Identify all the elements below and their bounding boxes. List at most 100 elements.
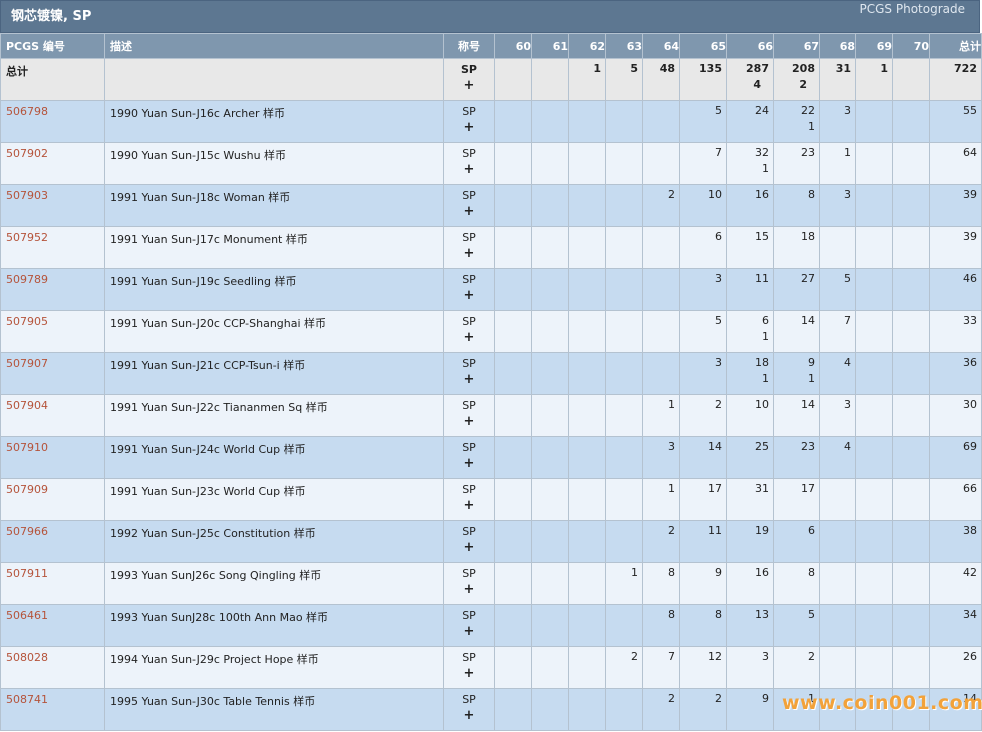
grade-cell [605, 184, 643, 227]
pcgs-number-link[interactable]: 507952 [6, 231, 104, 244]
grade-cell [892, 562, 930, 605]
grade-cell: 12 [679, 646, 727, 689]
grade-cell [531, 394, 569, 437]
totals-row: 总计 SP + 1 5 48 135 287 4 208 2 31 1 722 [0, 58, 982, 101]
pcgs-number-link[interactable]: 506798 [6, 105, 104, 118]
column-header: 64 [642, 33, 680, 59]
pcgs-number-link[interactable]: 507910 [6, 441, 104, 454]
description-cell: 1991 Yuan Sun-J17c Monument 样币 [104, 226, 444, 269]
grade-cell [855, 520, 893, 563]
pcgs-number-link[interactable]: 507905 [6, 315, 104, 328]
grade-cell [819, 520, 856, 563]
grade-cell [531, 352, 569, 395]
grade-cell [531, 688, 569, 731]
table-row: 507966 1992 Yuan Sun-J25c Constitution 样币… [0, 520, 982, 563]
pcgs-number-link[interactable]: 507909 [6, 483, 104, 496]
grade-cell: 27 [773, 268, 820, 311]
pcgs-number-link[interactable]: 507907 [6, 357, 104, 370]
pcgs-number-cell: 507907 [0, 352, 105, 395]
grade-cell: 18 1 [726, 352, 774, 395]
total-cell: 39 [929, 226, 982, 269]
grade-cell [605, 142, 643, 185]
grade-cell [531, 58, 569, 101]
grade-cell [494, 478, 532, 521]
grade-cell [531, 226, 569, 269]
grade-cell: 14 [773, 394, 820, 437]
grade-cell [819, 646, 856, 689]
grade-cell [568, 520, 606, 563]
description-cell: 1991 Yuan Sun-J24c World Cup 样币 [104, 436, 444, 479]
grade-cell: 5 [773, 604, 820, 647]
grade-cell [494, 58, 532, 101]
designation-cell: SP + [443, 58, 495, 101]
table-row: 507910 1991 Yuan Sun-J24c World Cup 样币 SP +… [0, 436, 982, 479]
grade-cell: 6 [773, 520, 820, 563]
grade-cell [531, 184, 569, 227]
pcgs-number-link[interactable]: 507911 [6, 567, 104, 580]
grade-cell: 11 [679, 520, 727, 563]
population-table: PCGS 编号 描述 称号 60 61 62 63 64 65 66 67 68… [0, 33, 982, 731]
grade-cell [568, 100, 606, 143]
column-header: 63 [605, 33, 643, 59]
grade-cell: 1 [568, 58, 606, 101]
pcgs-number-cell: 507903 [0, 184, 105, 227]
grade-cell [642, 352, 680, 395]
grade-cell: 32 1 [726, 142, 774, 185]
pcgs-number-link[interactable]: 508741 [6, 693, 104, 706]
total-cell: 30 [929, 394, 982, 437]
pcgs-number-link[interactable]: 506461 [6, 609, 104, 622]
grade-cell [568, 394, 606, 437]
totals-description [104, 58, 444, 101]
grade-cell [605, 100, 643, 143]
total-cell: 722 [929, 58, 982, 101]
pcgs-number-cell: 507952 [0, 226, 105, 269]
watermark: www.coin001.com [782, 692, 982, 714]
grade-cell [819, 226, 856, 269]
grade-cell: 1 [642, 394, 680, 437]
grade-cell: 1 [819, 142, 856, 185]
grade-cell: 4 [819, 436, 856, 479]
description-cell: 1993 Yuan SunJ28c 100th Ann Mao 样币 [104, 604, 444, 647]
grade-cell [531, 604, 569, 647]
table-row: 507911 1993 Yuan SunJ26c Song Qingling 样币… [0, 562, 982, 605]
column-header: 70 [892, 33, 930, 59]
grade-cell: 23 [773, 436, 820, 479]
pcgs-number-cell: 508028 [0, 646, 105, 689]
table-row: 508028 1994 Yuan Sun-J29c Project Hope 样币… [0, 646, 982, 689]
pcgs-number-link[interactable]: 509789 [6, 273, 104, 286]
grade-cell [642, 100, 680, 143]
photograde-link[interactable]: PCGS Photograde [860, 2, 965, 16]
total-cell: 64 [929, 142, 982, 185]
grade-cell [494, 688, 532, 731]
column-header: 描述 [104, 33, 444, 59]
grade-cell: 5 [819, 268, 856, 311]
grade-cell: 208 2 [773, 58, 820, 101]
grade-cell [855, 268, 893, 311]
pcgs-number-cell: 507909 [0, 478, 105, 521]
grade-cell: 23 [773, 142, 820, 185]
pcgs-number-cell: 508741 [0, 688, 105, 731]
grade-cell [605, 478, 643, 521]
grade-cell: 2 [642, 520, 680, 563]
grade-cell: 8 [642, 604, 680, 647]
pcgs-number-link[interactable]: 507903 [6, 189, 104, 202]
grade-cell [568, 352, 606, 395]
grade-cell: 10 [726, 394, 774, 437]
pcgs-number-link[interactable]: 508028 [6, 651, 104, 664]
pcgs-number-link[interactable]: 507966 [6, 525, 104, 538]
grade-cell: 91 [773, 352, 820, 395]
pcgs-number-link[interactable]: 507904 [6, 399, 104, 412]
grade-cell [855, 436, 893, 479]
grade-cell [892, 184, 930, 227]
grade-cell [531, 436, 569, 479]
pcgs-number-link[interactable]: 507902 [6, 147, 104, 160]
grade-cell [819, 562, 856, 605]
grade-cell [605, 688, 643, 731]
grade-cell: 7 [679, 142, 727, 185]
grade-cell [605, 352, 643, 395]
grade-cell [568, 268, 606, 311]
grade-cell [568, 142, 606, 185]
grade-cell: 3 [726, 646, 774, 689]
grade-cell [605, 226, 643, 269]
grade-cell: 1 [642, 478, 680, 521]
